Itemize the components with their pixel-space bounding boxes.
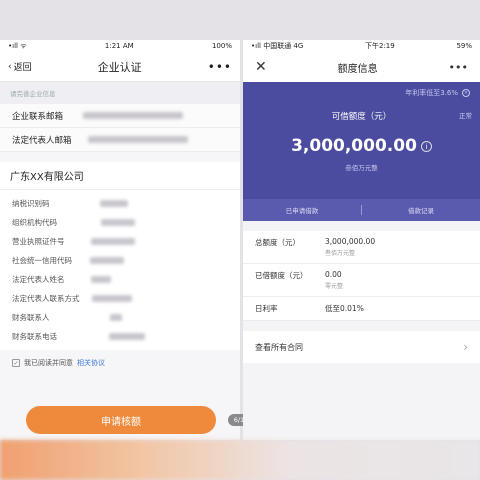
info-row: 社会统一信用代码 bbox=[12, 251, 228, 270]
nav-bar: ✕ 额度信息 ••• bbox=[243, 52, 480, 82]
chevron-right-icon: › bbox=[463, 340, 468, 354]
signal-indicator: •ıll ᯤ bbox=[8, 41, 27, 50]
agreement-checkbox[interactable]: ✓ bbox=[12, 359, 20, 367]
close-icon[interactable]: ✕ bbox=[255, 59, 267, 75]
page-title: 企业认证 bbox=[97, 60, 142, 74]
view-contracts-row[interactable]: 查看所有合同 › bbox=[243, 331, 480, 363]
company-name: 广东XX有限公司 bbox=[0, 162, 240, 190]
apply-credit-button[interactable]: 申请核额 bbox=[26, 406, 216, 434]
detail-row: 日利率 低至0.01% bbox=[243, 297, 480, 321]
more-icon[interactable]: ••• bbox=[208, 60, 232, 74]
more-icon[interactable]: ••• bbox=[449, 61, 468, 74]
email-value-redacted bbox=[83, 112, 184, 119]
credit-card: 年利率低至3.6% × 可借额度（元） 正常 3,000,000.00 i 叁佰万… bbox=[243, 82, 480, 199]
rate-note[interactable]: 年利率低至3.6% × bbox=[405, 88, 470, 98]
back-button[interactable]: ‹ 返回 bbox=[8, 60, 32, 74]
status-time: 下午2:19 bbox=[365, 42, 395, 50]
credit-label: 可借额度（元） bbox=[331, 112, 392, 122]
nav-bar: ‹ 返回 企业认证 ••• bbox=[0, 52, 240, 82]
status-time: 1:21 AM bbox=[104, 42, 134, 50]
battery-level: 100% bbox=[211, 42, 232, 50]
detail-label: 总额度（元） bbox=[255, 238, 300, 247]
close-circle-icon[interactable]: × bbox=[462, 89, 470, 97]
status-bar: •ıll ᯤ 1:21 AM 100% bbox=[0, 40, 240, 52]
email-field[interactable]: 企业联系邮箱 bbox=[0, 104, 240, 128]
right-screen: •ıll 中国联通 4G 下午2:19 59% ✕ 额度信息 ••• 年利率低至… bbox=[243, 40, 480, 440]
loan-tabs: 已申请借款 借款记录 bbox=[243, 199, 480, 221]
detail-value: 3,000,000.00 bbox=[325, 237, 376, 246]
amount-in-words: 叁佰万元整 bbox=[345, 164, 378, 172]
tab-loan-records[interactable]: 借款记录 bbox=[362, 205, 480, 215]
status-bar: •ıll 中国联通 4G 下午2:19 59% bbox=[243, 40, 480, 52]
info-row: 营业执照证件号 bbox=[12, 232, 228, 251]
detail-value: 0.00 bbox=[325, 270, 342, 279]
detail-label: 日利率 bbox=[255, 304, 278, 313]
legal-email-field[interactable]: 法定代表人邮箱 bbox=[0, 128, 240, 152]
agreement-row: ✓ 我已阅读并同意 相关协议 bbox=[0, 350, 240, 376]
section-hint: 请完善企业信息 bbox=[0, 82, 240, 104]
field-label: 法定代表人邮箱 bbox=[12, 135, 72, 146]
bottom-backdrop bbox=[0, 440, 480, 480]
info-row: 组织机构代码 bbox=[12, 213, 228, 232]
agreement-link[interactable]: 相关协议 bbox=[77, 358, 105, 368]
detail-row: 总额度（元） 3,000,000.00 叁佰万元整 bbox=[243, 231, 480, 264]
legal-email-value-redacted bbox=[87, 136, 188, 143]
carrier-signal: •ıll 中国联通 4G bbox=[251, 42, 304, 50]
battery-level: 59% bbox=[456, 42, 472, 50]
detail-sub: 零元整 bbox=[325, 283, 344, 290]
status-badge: 正常 bbox=[459, 112, 472, 120]
detail-sub: 叁佰万元整 bbox=[325, 250, 356, 257]
field-label: 企业联系邮箱 bbox=[12, 111, 64, 122]
left-screen: •ıll ᯤ 1:21 AM 100% ‹ 返回 企业认证 ••• 请完善企业信… bbox=[0, 40, 240, 440]
view-contracts-label: 查看所有合同 bbox=[255, 342, 303, 352]
company-info-list: 纳税识别码 组织机构代码 营业执照证件号 社会统一信用代码 法定代表人姓名 法定… bbox=[0, 190, 240, 350]
info-row: 法定代表人姓名 bbox=[12, 270, 228, 289]
info-row: 法定代表人联系方式 bbox=[12, 289, 228, 308]
tab-applied-loans[interactable]: 已申请借款 bbox=[243, 205, 361, 215]
agreement-text: 我已阅读并同意 bbox=[24, 359, 73, 367]
info-row: 纳税识别码 bbox=[12, 194, 228, 213]
detail-value: 低至0.01% bbox=[325, 304, 364, 313]
info-icon[interactable]: i bbox=[420, 140, 432, 152]
credit-amount: 3,000,000.00 i bbox=[243, 136, 480, 156]
info-row: 财务联系人 bbox=[12, 308, 228, 327]
page-title: 额度信息 bbox=[337, 63, 378, 75]
detail-label: 已借额度（元） bbox=[255, 271, 308, 280]
detail-row: 已借额度（元） 0.00 零元整 bbox=[243, 264, 480, 297]
back-label: 返回 bbox=[13, 63, 32, 73]
chevron-left-icon: ‹ bbox=[8, 61, 12, 72]
info-row: 财务联系电话 bbox=[12, 327, 228, 346]
